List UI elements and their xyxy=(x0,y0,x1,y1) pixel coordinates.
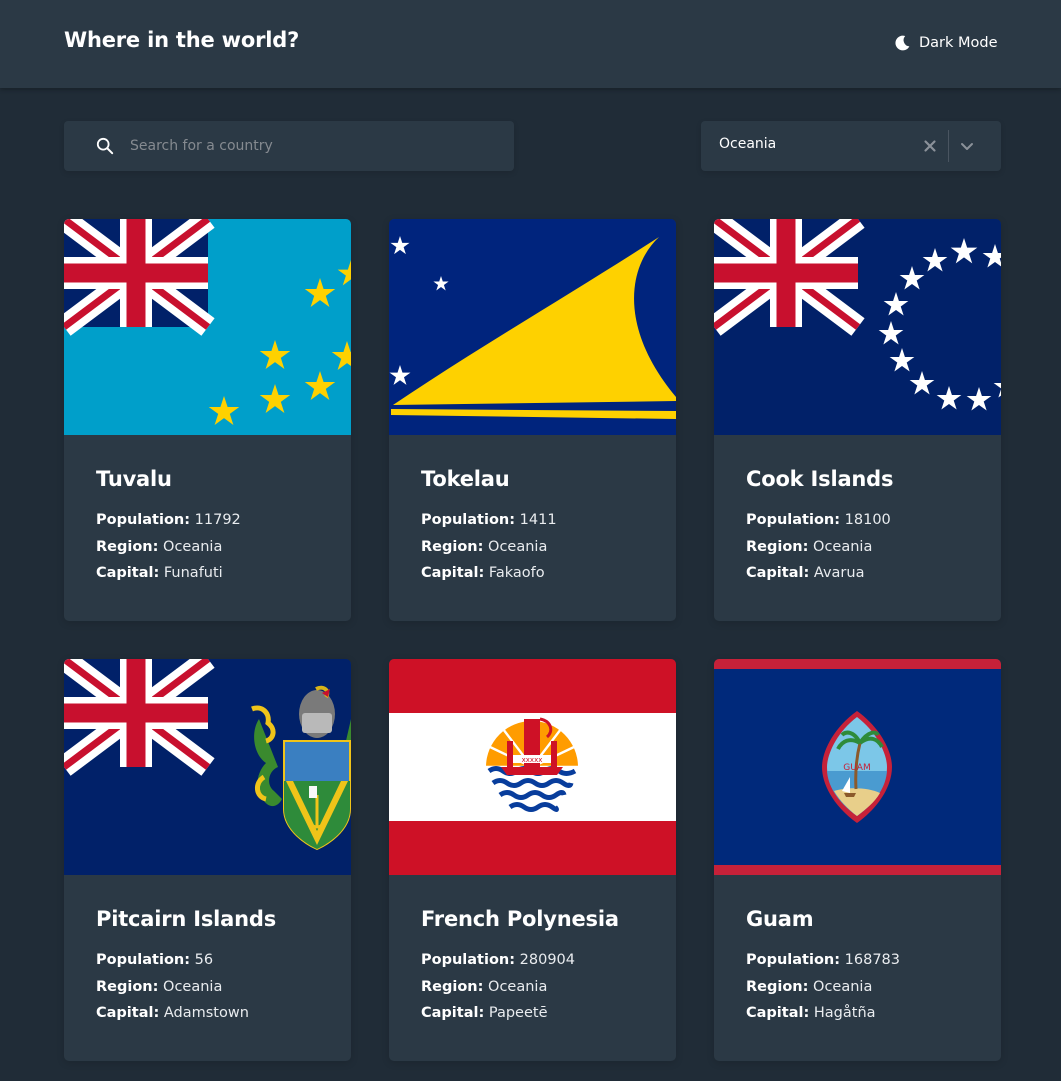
region-filter-select[interactable]: Oceania xyxy=(701,121,1001,171)
capital-row: Capital: Avarua xyxy=(746,560,893,587)
country-card[interactable]: Cook Islands Population: 18100 Region: O… xyxy=(714,219,1001,621)
dark-mode-label: Dark Mode xyxy=(919,35,998,51)
region-selected-value: Oceania xyxy=(719,136,777,152)
card-body: Tuvalu Population: 11792 Region: Oceania… xyxy=(96,467,241,587)
country-card[interactable]: Pitcairn Islands Population: 56 Region: … xyxy=(64,659,351,1061)
capital-label: Capital: xyxy=(746,1005,810,1021)
country-name: Tuvalu xyxy=(96,467,172,491)
region-row: Region: Oceania xyxy=(96,974,276,1001)
population-value: 168783 xyxy=(844,952,900,968)
capital-value: Papeetē xyxy=(488,1005,548,1021)
population-value: 11792 xyxy=(194,512,241,528)
country-card[interactable]: Tuvalu Population: 11792 Region: Oceania… xyxy=(64,219,351,621)
population-row: Population: 1411 xyxy=(421,507,557,534)
population-label: Population: xyxy=(421,512,516,528)
population-label: Population: xyxy=(746,952,841,968)
region-label: Region: xyxy=(746,538,809,555)
country-name: Pitcairn Islands xyxy=(96,907,277,931)
region-row: Region: Oceania xyxy=(746,974,900,1001)
region-row: Region: Oceania xyxy=(421,974,619,1001)
population-row: Population: 18100 xyxy=(746,507,893,534)
population-row: Population: 280904 xyxy=(421,947,619,974)
population-row: Population: 56 xyxy=(96,947,276,974)
country-card[interactable]: xxxxx French Polynesia Population: 28090… xyxy=(389,659,676,1061)
region-value: Oceania xyxy=(813,538,873,555)
capital-row: Capital: Papeetē xyxy=(421,1000,619,1027)
region-label: Region: xyxy=(96,538,159,555)
capital-row: Capital: Funafuti xyxy=(96,560,241,587)
card-body: Guam Population: 168783 Region: Oceania … xyxy=(746,907,900,1027)
moon-icon xyxy=(895,35,910,51)
region-value: Oceania xyxy=(488,538,548,555)
country-card[interactable]: GUAM Guam Population: 168783 Region: Oce… xyxy=(714,659,1001,1061)
capital-value: Funafuti xyxy=(163,565,223,581)
search-icon xyxy=(96,137,114,155)
region-value: Oceania xyxy=(488,978,548,995)
country-name: Guam xyxy=(746,907,814,931)
capital-label: Capital: xyxy=(96,565,160,581)
card-body: French Polynesia Population: 280904 Regi… xyxy=(421,907,619,1027)
population-label: Population: xyxy=(421,952,516,968)
capital-row: Capital: Hagåtña xyxy=(746,1000,900,1027)
country-name: Tokelau xyxy=(421,467,510,491)
region-value: Oceania xyxy=(163,538,223,555)
population-label: Population: xyxy=(96,512,191,528)
card-body: Cook Islands Population: 18100 Region: O… xyxy=(746,467,894,587)
population-label: Population: xyxy=(746,512,841,528)
population-row: Population: 168783 xyxy=(746,947,900,974)
population-label: Population: xyxy=(96,952,191,968)
search-box xyxy=(64,121,514,171)
capital-label: Capital: xyxy=(421,565,485,581)
region-label: Region: xyxy=(421,978,484,995)
dark-mode-toggle[interactable]: Dark Mode xyxy=(893,33,998,53)
region-value: Oceania xyxy=(813,978,873,995)
guam-flag: GUAM xyxy=(714,659,1001,875)
search-input[interactable] xyxy=(130,121,500,171)
capital-label: Capital: xyxy=(421,1005,485,1021)
region-value: Oceania xyxy=(163,978,223,995)
tokelau-flag xyxy=(389,219,676,435)
capital-value: Adamstown xyxy=(163,1005,249,1021)
capital-row: Capital: Adamstown xyxy=(96,1000,276,1027)
population-value: 18100 xyxy=(844,512,891,528)
select-separator xyxy=(948,130,949,162)
capital-label: Capital: xyxy=(746,565,810,581)
capital-value: Fakaofo xyxy=(488,565,545,581)
card-body: Pitcairn Islands Population: 56 Region: … xyxy=(96,907,276,1027)
population-value: 1411 xyxy=(519,512,557,528)
region-label: Region: xyxy=(96,978,159,995)
country-name: Cook Islands xyxy=(746,467,894,491)
population-value: 280904 xyxy=(519,952,575,968)
pitcairn-islands-flag xyxy=(64,659,351,875)
chevron-down-icon[interactable] xyxy=(957,136,977,156)
clear-icon[interactable] xyxy=(920,136,940,156)
population-row: Population: 11792 xyxy=(96,507,241,534)
svg-text:GUAM: GUAM xyxy=(843,763,870,773)
region-row: Region: Oceania xyxy=(96,534,241,561)
country-card[interactable]: Tokelau Population: 1411 Region: Oceania… xyxy=(389,219,676,621)
country-name: French Polynesia xyxy=(421,907,619,931)
tuvalu-flag xyxy=(64,219,351,435)
region-label: Region: xyxy=(421,538,484,555)
app-title: Where in the world? xyxy=(64,28,300,52)
cook-islands-flag xyxy=(714,219,1001,435)
region-row: Region: Oceania xyxy=(421,534,557,561)
french-polynesia-flag: xxxxx xyxy=(389,659,676,875)
capital-row: Capital: Fakaofo xyxy=(421,560,557,587)
svg-text:xxxxx: xxxxx xyxy=(522,756,543,764)
region-row: Region: Oceania xyxy=(746,534,893,561)
top-bar: Where in the world? Dark Mode xyxy=(0,0,1061,88)
capital-label: Capital: xyxy=(96,1005,160,1021)
population-value: 56 xyxy=(194,952,214,968)
card-body: Tokelau Population: 1411 Region: Oceania… xyxy=(421,467,557,587)
capital-value: Hagåtña xyxy=(813,1005,876,1021)
capital-value: Avarua xyxy=(813,565,865,581)
region-label: Region: xyxy=(746,978,809,995)
